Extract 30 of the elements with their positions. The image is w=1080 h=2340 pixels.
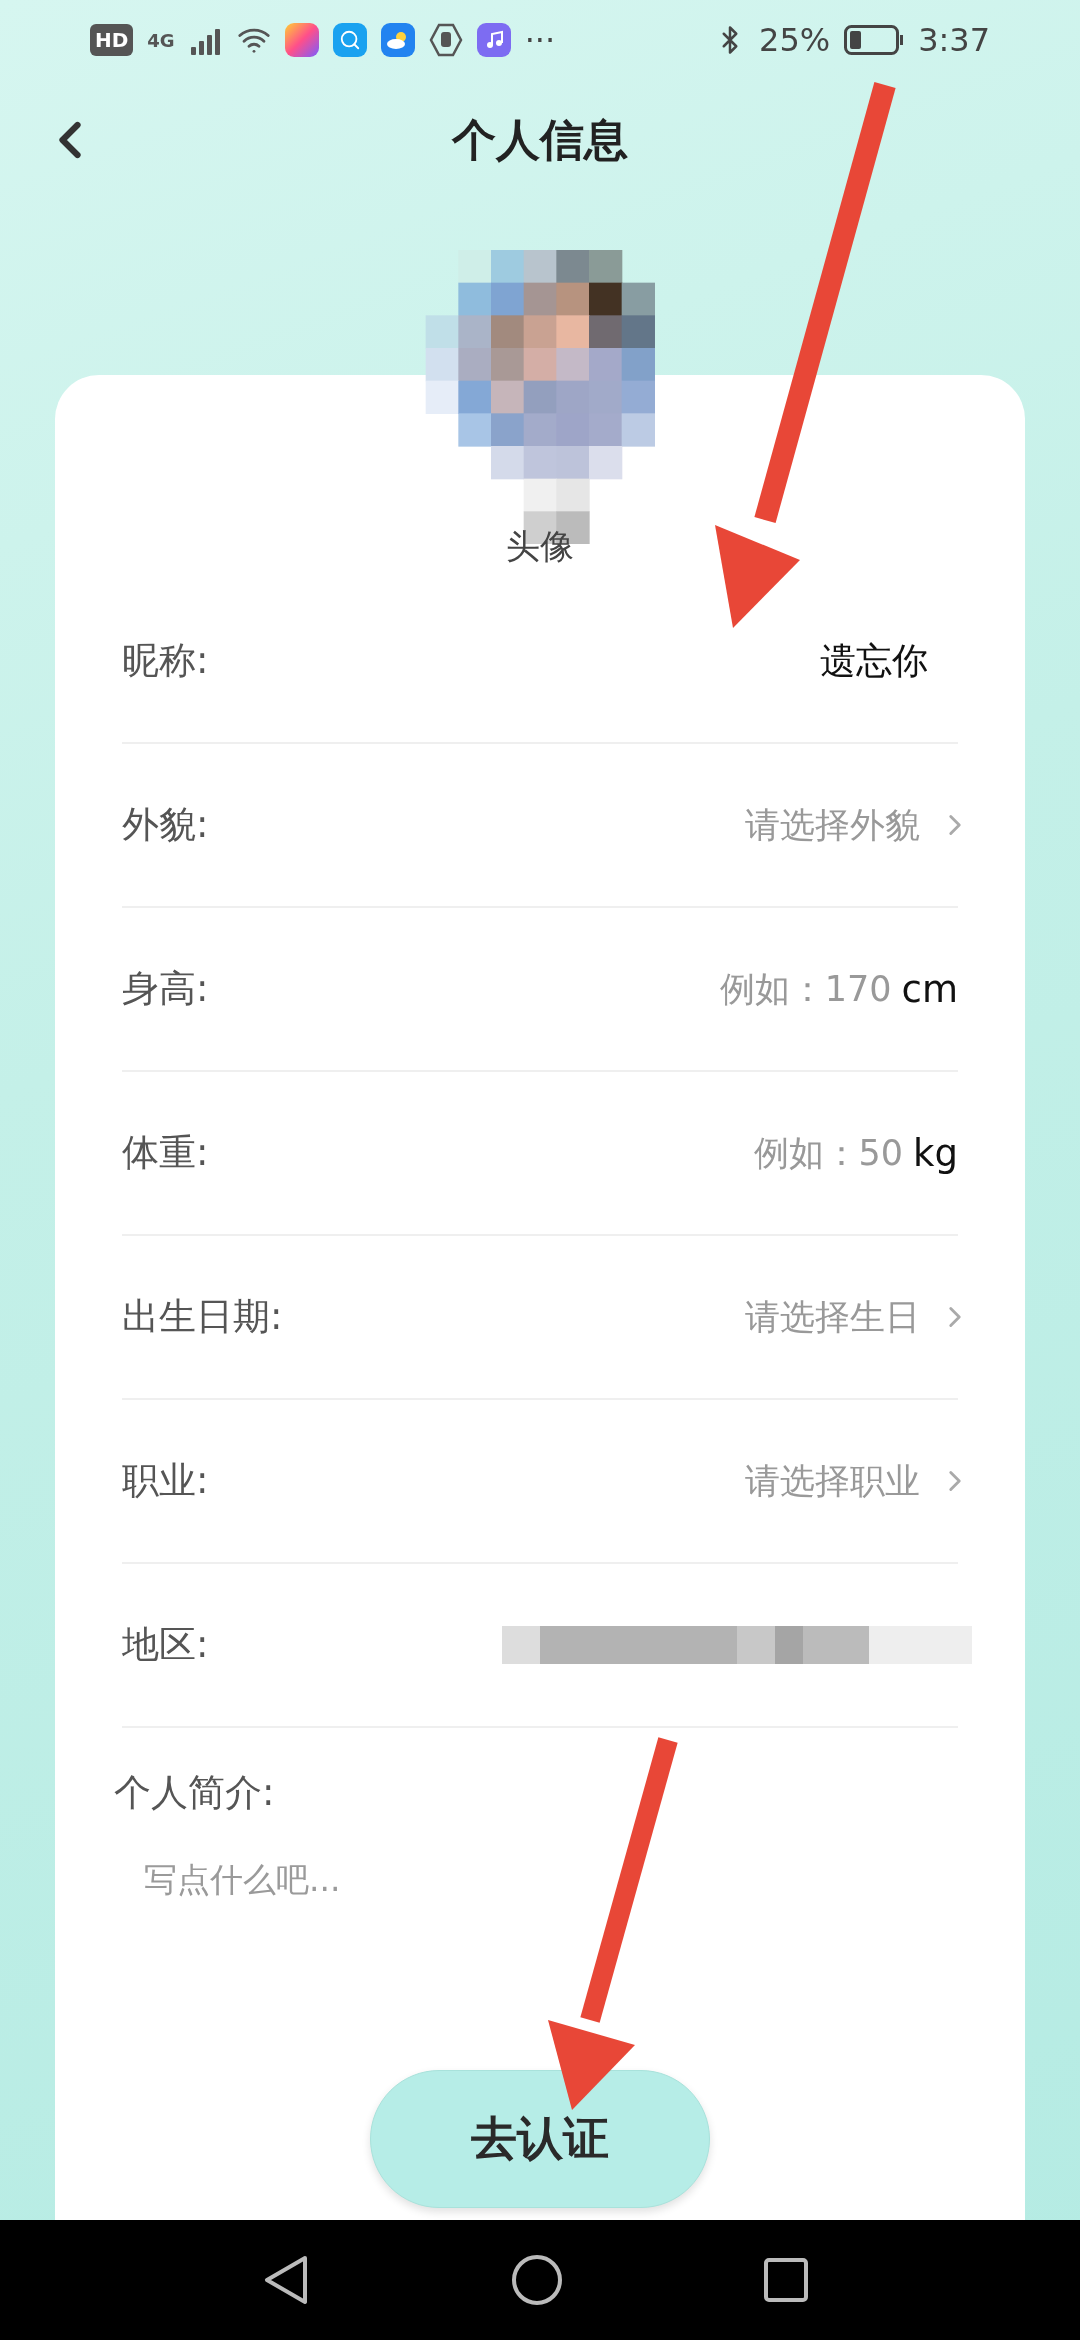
music-app-icon (476, 23, 511, 57)
battery-percent: 25% (759, 21, 831, 59)
field-label: 身高: (122, 966, 209, 1012)
search-app-icon (332, 23, 367, 57)
home-nav-icon[interactable] (511, 2254, 563, 2306)
battery-icon (844, 25, 905, 55)
field-label: 出生日期: (122, 1294, 283, 1340)
input-field[interactable]: 例如：50 (753, 1129, 904, 1177)
field-label: 地区: (122, 1622, 209, 1668)
field-label: 体重: (122, 1130, 209, 1176)
field-label: 昵称: (122, 638, 209, 684)
unit-label: kg (913, 1131, 958, 1175)
clock: 3:37 (918, 21, 990, 59)
select-field[interactable]: 请选择外貌 (745, 801, 972, 849)
field-label: 职业: (122, 1458, 209, 1504)
hd-badge: HD (90, 24, 134, 56)
input-field[interactable]: 例如：170 (719, 965, 892, 1013)
field-label: 外貌: (122, 802, 209, 848)
more-notifications: ··· (524, 21, 556, 59)
bio-label: 个人简介: (114, 1770, 276, 1816)
recents-nav-icon[interactable] (763, 2257, 809, 2303)
network-label: 4G (147, 29, 175, 51)
page-title: 个人信息 (452, 112, 628, 167)
verify-button[interactable]: 去认证 (370, 2070, 710, 2208)
unit-label: cm (901, 967, 958, 1011)
avatar-label: 头像 (506, 525, 574, 568)
select-field[interactable]: 请选择生日 (745, 1293, 972, 1341)
select-field[interactable]: 请选择职业 (745, 1457, 972, 1505)
weather-app-icon (380, 23, 415, 57)
nickname-value: 遗忘你 (820, 638, 928, 683)
